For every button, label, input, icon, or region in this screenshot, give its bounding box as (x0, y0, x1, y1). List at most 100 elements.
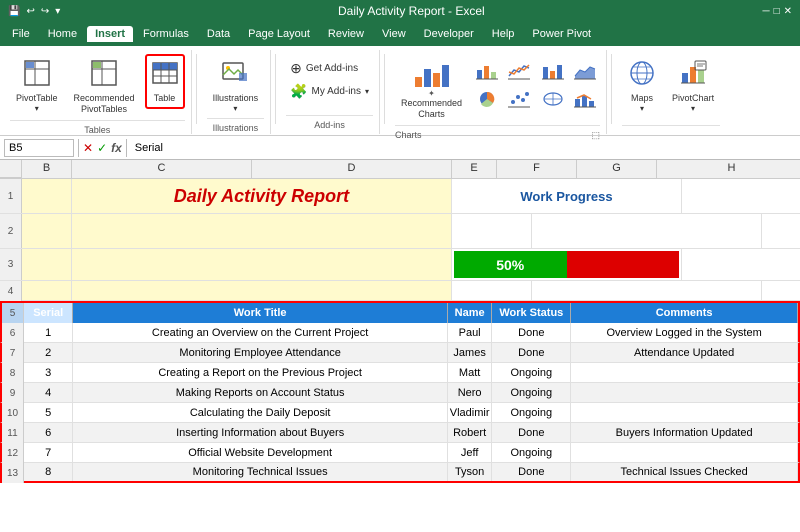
cell-e11[interactable]: Robert (448, 423, 492, 442)
pivotchart-button[interactable]: PivotChart ▾ (666, 54, 720, 118)
cell-cd6[interactable]: Creating an Overview on the Current Proj… (73, 323, 448, 342)
cell-bcd1-merged[interactable]: Daily Activity Report (72, 179, 452, 213)
menu-power-pivot[interactable]: Power Pivot (524, 26, 599, 42)
menu-file[interactable]: File (4, 26, 38, 42)
line-chart-button[interactable] (504, 58, 534, 84)
cell-gh8[interactable] (571, 363, 798, 382)
area-chart-button[interactable] (570, 58, 600, 84)
cell-cd9[interactable]: Making Reports on Account Status (73, 383, 448, 402)
menu-review[interactable]: Review (320, 26, 372, 42)
cell-cd12[interactable]: Official Website Development (73, 443, 448, 462)
cell-f13[interactable]: Done (492, 463, 571, 481)
menu-view[interactable]: View (374, 26, 414, 42)
cell-e6[interactable]: Paul (448, 323, 492, 342)
cell-e5[interactable]: Name (448, 303, 492, 323)
col-header-f[interactable]: F (497, 160, 577, 178)
cell-b13[interactable]: 8 (24, 463, 73, 481)
cell-gh9[interactable] (571, 383, 798, 402)
cell-f9[interactable]: Ongoing (492, 383, 571, 402)
maps-button[interactable]: Maps ▾ (622, 54, 662, 118)
get-addins-button[interactable]: ⊕ Get Add-ins (286, 58, 373, 79)
title-bar-controls[interactable]: ─ □ ✕ (762, 6, 792, 17)
cell-c2[interactable] (72, 214, 452, 248)
cell-cd7[interactable]: Monitoring Employee Attendance (73, 343, 448, 362)
formula-input[interactable] (131, 142, 796, 154)
cell-gh6[interactable]: Overview Logged in the System (571, 323, 798, 342)
cell-f2[interactable] (452, 214, 532, 248)
combo-chart-button[interactable] (570, 86, 600, 112)
recommended-charts-button[interactable]: ✦ RecommendedCharts (395, 54, 468, 125)
menu-formulas[interactable]: Formulas (135, 26, 197, 42)
cell-b3[interactable] (22, 249, 72, 280)
col-header-h[interactable]: H (657, 160, 800, 178)
col-header-b[interactable]: B (22, 160, 72, 178)
cell-f11[interactable]: Done (492, 423, 571, 442)
cell-gh7[interactable]: Attendance Updated (571, 343, 798, 362)
menu-help[interactable]: Help (484, 26, 523, 42)
col-header-g[interactable]: G (577, 160, 657, 178)
function-icon[interactable]: fx (111, 141, 122, 155)
cell-b2[interactable] (22, 214, 72, 248)
cell-f10[interactable]: Ongoing (492, 403, 571, 422)
surface-chart-button[interactable] (538, 86, 568, 112)
cell-b12[interactable]: 7 (24, 443, 73, 462)
cell-reference-box[interactable]: B5 (4, 139, 74, 157)
cancel-icon[interactable]: ✕ (83, 141, 93, 155)
cell-cd5-merged[interactable]: Work Title (73, 303, 448, 323)
cell-gh13[interactable]: Technical Issues Checked (571, 463, 798, 481)
table-button[interactable]: Table (145, 54, 185, 109)
waterfall-chart-button[interactable] (538, 58, 568, 84)
menu-developer[interactable]: Developer (416, 26, 482, 42)
cell-e7[interactable]: James (448, 343, 492, 362)
col-header-c[interactable]: C (72, 160, 252, 178)
cell-f8[interactable]: Ongoing (492, 363, 571, 382)
cell-b1[interactable] (22, 179, 72, 213)
pivot-table-button[interactable]: PivotTable ▾ (10, 54, 64, 118)
minimize-btn[interactable]: ─ (762, 6, 769, 17)
cell-e9[interactable]: Nero (448, 383, 492, 402)
charts-dialog-launcher[interactable]: ⬚ (592, 130, 601, 141)
menu-insert[interactable]: Insert (87, 26, 133, 42)
cell-g4[interactable] (532, 281, 762, 300)
recommended-pivottables-button[interactable]: RecommendedPivotTables (68, 54, 141, 120)
cell-c3[interactable] (72, 249, 452, 280)
cell-e8[interactable]: Matt (448, 363, 492, 382)
menu-home[interactable]: Home (40, 26, 85, 42)
cell-c4[interactable] (72, 281, 452, 300)
cell-gh5-merged[interactable]: Comments (571, 303, 798, 323)
cell-b10[interactable]: 5 (24, 403, 73, 422)
menu-page-layout[interactable]: Page Layout (240, 26, 318, 42)
col-header-d[interactable]: D (252, 160, 452, 178)
cell-b11[interactable]: 6 (24, 423, 73, 442)
cell-cd13[interactable]: Monitoring Technical Issues (73, 463, 448, 481)
my-addins-button[interactable]: 🧩 My Add-ins ▾ (286, 81, 373, 102)
menu-data[interactable]: Data (199, 26, 238, 42)
cell-efgh3-merged[interactable]: 50% (452, 249, 682, 280)
cell-b8[interactable]: 3 (24, 363, 73, 382)
scatter-chart-button[interactable] (504, 86, 534, 112)
cell-e13[interactable]: Tyson (448, 463, 492, 481)
cell-e10[interactable]: Vladimir (448, 403, 492, 422)
cell-cd8[interactable]: Creating a Report on the Previous Projec… (73, 363, 448, 382)
cell-gh1-merged[interactable]: Work Progress (452, 179, 682, 213)
close-btn[interactable]: ✕ (784, 6, 792, 17)
cell-b5[interactable]: Serial (24, 303, 73, 323)
cell-gh11[interactable]: Buyers Information Updated (571, 423, 798, 442)
col-header-e[interactable]: E (452, 160, 497, 178)
cell-gh10[interactable] (571, 403, 798, 422)
cell-cd11[interactable]: Inserting Information about Buyers (73, 423, 448, 442)
cell-b7[interactable]: 2 (24, 343, 73, 362)
confirm-icon[interactable]: ✓ (97, 141, 107, 155)
column-chart-button[interactable] (472, 58, 502, 84)
cell-f5[interactable]: Work Status (492, 303, 571, 323)
cell-f4[interactable] (452, 281, 532, 300)
cell-f12[interactable]: Ongoing (492, 443, 571, 462)
pie-chart-button[interactable] (472, 86, 502, 112)
cell-e12[interactable]: Jeff (448, 443, 492, 462)
cell-f7[interactable]: Done (492, 343, 571, 362)
cell-g2[interactable] (532, 214, 762, 248)
maximize-btn[interactable]: □ (774, 6, 780, 17)
illustrations-button[interactable]: Illustrations ▾ (207, 54, 265, 118)
cell-gh12[interactable] (571, 443, 798, 462)
cell-b9[interactable]: 4 (24, 383, 73, 402)
